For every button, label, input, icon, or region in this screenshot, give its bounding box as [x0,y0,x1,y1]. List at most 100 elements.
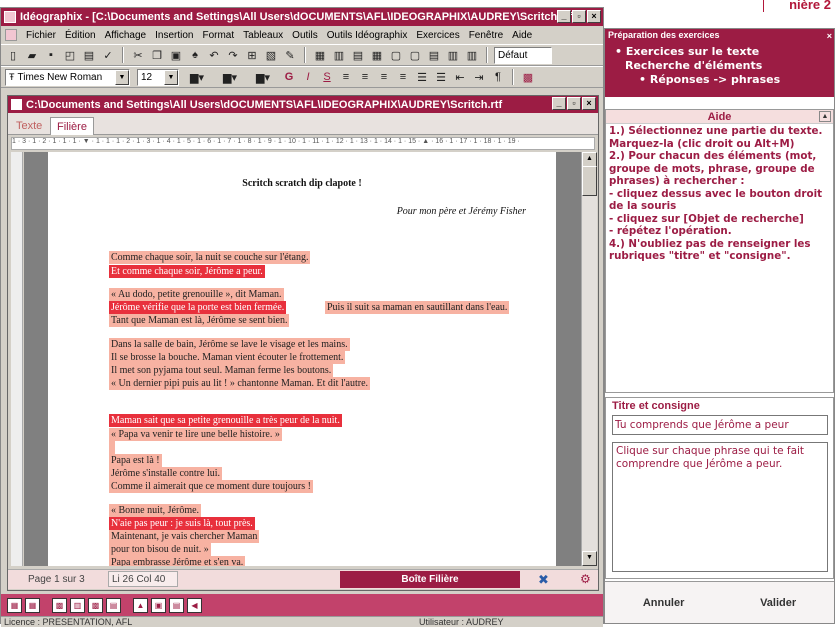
tool-icon-6[interactable]: ▤ [106,597,121,613]
tree-item-exercices[interactable]: • Exercices sur le texte [615,45,759,58]
text-line[interactable]: N'aie pas peur : je suis là, tout près. [109,517,255,530]
config-tool-icon[interactable]: ⚙ [580,572,591,586]
document-page[interactable]: Scritch scratch dip clapote ! Pour mon p… [48,152,556,566]
text-line[interactable]: Et comme chaque soir, Jérôme a peur. [109,265,265,278]
grid-icon-6[interactable]: ▢ [407,47,423,63]
doc-menu-icon[interactable] [5,29,17,41]
spellcheck-icon[interactable]: ✓ [100,47,116,63]
scroll-down-icon[interactable]: ▼ [582,551,597,566]
justify-icon[interactable]: ≡ [395,69,411,85]
bold-button[interactable]: G [281,69,297,85]
text-line[interactable]: Papa embrasse Jérôme et s'en va. [109,556,246,566]
menu-tableaux[interactable]: Tableaux [243,30,283,41]
boite-filiere-button[interactable]: Boîte Filière [340,571,520,588]
tool-icon-4[interactable]: ▥ [70,597,85,613]
menu-exercices[interactable]: Exercices [416,30,459,41]
text-line[interactable]: Papa est là ! [109,454,162,467]
tool-icon-7[interactable]: ▲ [133,597,148,613]
style-combo[interactable]: Défaut [494,46,552,64]
text-line[interactable]: Il met son pyjama tout seul. Maman ferme… [109,364,334,377]
ideographix-tool-icon[interactable]: ▩ [520,69,536,85]
menu-fenetre[interactable]: Fenêtre [469,30,503,41]
text-line[interactable]: Jérôme s'installe contre lui. [109,467,222,480]
redo-icon[interactable]: ↷ [225,47,241,63]
tree-item-recherche[interactable]: Recherche d'éléments [625,59,762,72]
color-picker-1[interactable]: ▆▾ [182,69,212,85]
maximize-button[interactable]: ▫ [572,10,586,23]
align-left-icon[interactable]: ≡ [338,69,354,85]
doc-close-button[interactable]: × [582,97,596,110]
tool-icon-2[interactable]: ▦ [25,597,40,613]
text-line[interactable]: Maintenant, je vais chercher Maman [109,530,260,543]
menu-fichier[interactable]: Fichier [26,30,56,41]
menu-outils-ideographix[interactable]: Outils Idéographix [327,30,408,41]
help-collapse-icon[interactable]: ▲ [819,111,831,122]
tool-icon-5[interactable]: ▩ [88,597,103,613]
paragraph-mark-button[interactable]: ¶ [490,69,506,85]
text-line[interactable]: Dans la salle de bain, Jérôme se lave le… [109,338,350,351]
outdent-icon[interactable]: ⇤ [452,69,468,85]
consigne-textarea[interactable]: Clique sur chaque phrase qui te fait com… [612,442,828,572]
size-combo[interactable]: 12 ▼ [137,68,179,86]
tree-item-reponses[interactable]: • Réponses -> phrases [639,73,780,86]
valider-button[interactable]: Valider [760,597,796,609]
bullets-icon[interactable]: ☰ [414,69,430,85]
tab-filiere[interactable]: Filière [50,117,94,135]
align-right-icon[interactable]: ≡ [376,69,392,85]
text-line[interactable]: « Bonne nuit, Jérôme. [109,504,202,517]
panel-close-icon[interactable]: × [827,30,832,43]
filiere-tool-icon[interactable]: ✖ [538,572,549,588]
grid-icon-3[interactable]: ▤ [350,47,366,63]
indent-icon[interactable]: ⇥ [471,69,487,85]
italic-button[interactable]: I [300,69,316,85]
insert-table-icon[interactable]: ⊞ [244,47,260,63]
text-line[interactable]: pour ton bisou de nuit. » [109,543,211,556]
grid-icon-1[interactable]: ▦ [312,47,328,63]
copy-icon[interactable]: ❐ [149,47,165,63]
tool-icon-9[interactable]: ▤ [169,597,184,613]
grid-icon-2[interactable]: ▥ [331,47,347,63]
menu-edition[interactable]: Édition [65,30,96,41]
open-folder-icon[interactable]: ▰ [24,47,40,63]
menu-insertion[interactable]: Insertion [155,30,193,41]
align-center-icon[interactable]: ≡ [357,69,373,85]
menu-format[interactable]: Format [202,30,234,41]
print-preview-icon[interactable]: ◰ [62,47,78,63]
menu-affichage[interactable]: Affichage [105,30,147,41]
titre-input[interactable] [612,415,828,435]
grid-icon-7[interactable]: ▤ [426,47,442,63]
tool-icon-3[interactable]: ▩ [52,597,67,613]
color-picker-3[interactable]: ▆▾ [248,69,278,85]
menu-aide[interactable]: Aide [512,30,532,41]
underline-button[interactable]: S [319,69,335,85]
tool-icon-1[interactable]: ▦ [7,597,22,613]
scroll-up-icon[interactable]: ▲ [582,152,597,167]
text-line[interactable]: Il se brosse la bouche. Maman vient écou… [109,351,346,364]
text-line[interactable] [109,441,115,454]
grid-icon-5[interactable]: ▢ [388,47,404,63]
text-line[interactable]: Jérôme vérifie que la porte est bien fer… [109,301,287,314]
close-button[interactable]: × [587,10,601,23]
text-line[interactable]: « Papa va venir te lire une belle histoi… [109,428,282,441]
menu-outils[interactable]: Outils [292,30,318,41]
tool-icon-10[interactable]: ◀ [187,597,202,613]
save-icon[interactable]: ▪ [43,47,59,63]
text-line[interactable]: Comme chaque soir, la nuit se couche sur… [109,251,311,264]
vertical-scrollbar[interactable]: ▲ ▼ [581,152,597,566]
doc-maximize-button[interactable]: ▫ [567,97,581,110]
new-file-icon[interactable]: ▯ [5,47,21,63]
undo-icon[interactable]: ↶ [206,47,222,63]
text-line[interactable]: Puis il suit sa maman en sautillant dans… [325,301,510,314]
text-line[interactable]: Tant que Maman est là, Jérôme se sent bi… [109,314,290,327]
tool-icon-8[interactable]: ▣ [151,597,166,613]
draw-icon[interactable]: ✎ [282,47,298,63]
grid-icon-8[interactable]: ▥ [445,47,461,63]
text-line[interactable]: « Au dodo, petite grenouille », dit Mama… [109,288,284,301]
text-line[interactable]: Comme il aimerait que ce moment dure tou… [109,480,313,493]
scroll-thumb[interactable] [582,166,597,196]
annuler-button[interactable]: Annuler [643,597,685,609]
color-picker-2[interactable]: ▆▾ [215,69,245,85]
grid-icon-9[interactable]: ▥ [464,47,480,63]
print-icon[interactable]: ▤ [81,47,97,63]
minimize-button[interactable]: _ [557,10,571,23]
